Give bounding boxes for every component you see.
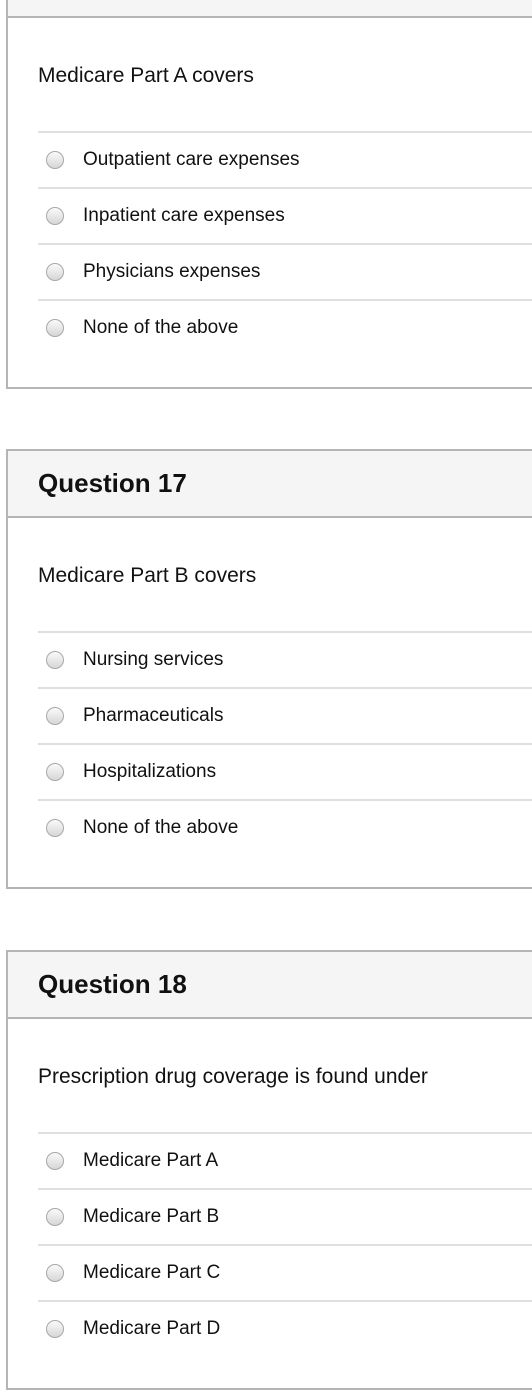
- answer-label: Physicians expenses: [83, 261, 261, 282]
- question-body: Medicare Part A covers Outpatient care e…: [8, 18, 532, 387]
- radio-button[interactable]: [46, 763, 64, 781]
- answer-option[interactable]: None of the above: [38, 299, 532, 355]
- radio-button[interactable]: [46, 819, 64, 837]
- question-text: Prescription drug coverage is found unde…: [38, 1065, 428, 1088]
- radio-button[interactable]: [46, 1264, 64, 1282]
- answer-option[interactable]: Medicare Part A: [38, 1132, 532, 1188]
- question-body: Prescription drug coverage is found unde…: [8, 1019, 532, 1388]
- answer-option[interactable]: Medicare Part B: [38, 1188, 532, 1244]
- answer-label: Outpatient care expenses: [83, 149, 300, 170]
- radio-button[interactable]: [46, 207, 64, 225]
- question-title: Question 18: [38, 969, 187, 999]
- answer-option[interactable]: Physicians expenses: [38, 243, 532, 299]
- radio-button[interactable]: [46, 1208, 64, 1226]
- answer-option[interactable]: Medicare Part D: [38, 1300, 532, 1356]
- question-text: Medicare Part B covers: [38, 564, 257, 587]
- answer-options: Outpatient care expenses Inpatient care e…: [38, 131, 532, 355]
- answer-label: Inpatient care expenses: [83, 205, 285, 226]
- question-text: Medicare Part A covers: [38, 64, 254, 87]
- answer-option[interactable]: Pharmaceuticals: [38, 687, 532, 743]
- question-17: Question 17 Medicare Part B covers Nursi…: [6, 449, 532, 889]
- answer-label: Hospitalizations: [83, 761, 217, 782]
- radio-button[interactable]: [46, 707, 64, 725]
- answer-label: Nursing services: [83, 649, 224, 670]
- radio-button[interactable]: [46, 1320, 64, 1338]
- radio-button[interactable]: [46, 1152, 64, 1170]
- answer-option[interactable]: None of the above: [38, 799, 532, 855]
- radio-button[interactable]: [46, 319, 64, 337]
- answer-label: None of the above: [83, 317, 239, 338]
- question-header: [8, 0, 532, 18]
- answer-option[interactable]: Inpatient care expenses: [38, 187, 532, 243]
- radio-button[interactable]: [46, 263, 64, 281]
- answer-label: Medicare Part B: [83, 1206, 220, 1227]
- question-header: Question 17: [8, 451, 532, 518]
- answer-label: Pharmaceuticals: [83, 705, 224, 726]
- answer-option[interactable]: Hospitalizations: [38, 743, 532, 799]
- answer-option[interactable]: Nursing services: [38, 631, 532, 687]
- question-18: Question 18 Prescription drug coverage i…: [6, 950, 532, 1390]
- answer-option[interactable]: Outpatient care expenses: [38, 131, 532, 187]
- question-body: Medicare Part B covers Nursing services P…: [8, 518, 532, 887]
- question-header: Question 18: [8, 952, 532, 1019]
- answer-options: Nursing services Pharmaceuticals Hospitali…: [38, 631, 532, 855]
- question-title: Question 17: [38, 468, 187, 498]
- answer-label: Medicare Part D: [83, 1318, 221, 1339]
- radio-button[interactable]: [46, 151, 64, 169]
- answer-label: Medicare Part C: [83, 1262, 221, 1283]
- answer-options: Medicare Part A Medicare Part B Medicare P…: [38, 1132, 532, 1356]
- answer-label: Medicare Part A: [83, 1150, 219, 1171]
- answer-label: None of the above: [83, 817, 239, 838]
- radio-button[interactable]: [46, 651, 64, 669]
- question-16: Medicare Part A covers Outpatient care e…: [6, 0, 532, 389]
- answer-option[interactable]: Medicare Part C: [38, 1244, 532, 1300]
